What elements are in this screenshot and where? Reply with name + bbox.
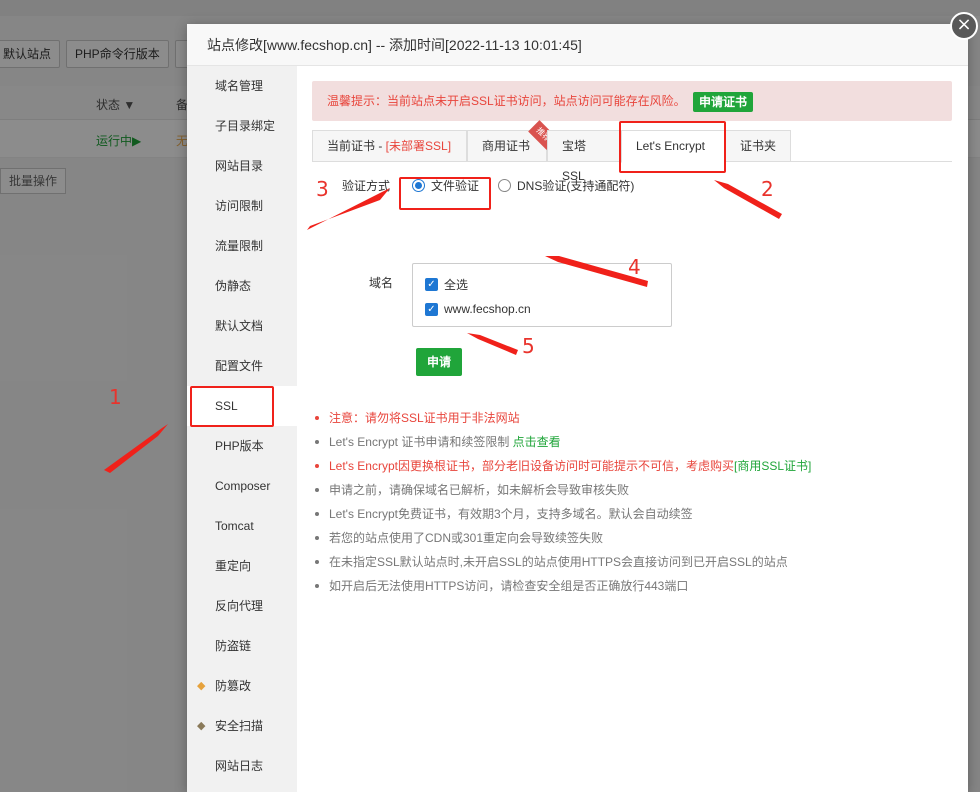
notes-list: 注意：请勿将SSL证书用于非法网站 Let's Encrypt 证书申请和续签限… — [315, 406, 955, 598]
radio-label: DNS验证(支持通配符) — [517, 179, 635, 193]
sidebar-item-default-doc[interactable]: 默认文档 — [187, 306, 297, 346]
sidebar-item-security-scan[interactable]: ◆ 安全扫描 — [187, 706, 297, 746]
ssl-content: 温馨提示：当前站点未开启SSL证书访问，站点访问可能存在风险。 申请证书 当前证… — [297, 66, 968, 792]
tab-label: Let's Encrypt — [636, 139, 705, 153]
sidebar-item-site-log[interactable]: 网站日志 — [187, 746, 297, 786]
select-all-checkbox[interactable]: ✓ 全选 — [425, 276, 468, 293]
tab-current-cert[interactable]: 当前证书 - [未部署SSL] — [312, 130, 467, 162]
sidebar-item-php-version[interactable]: PHP版本 — [187, 426, 297, 466]
sidebar-item-subdir[interactable]: 子目录绑定 — [187, 106, 297, 146]
list-item: Let's Encrypt因更换根证书，部分老旧设备访问时可能提示不可信，考虑购… — [315, 454, 955, 478]
ssl-tabs: 当前证书 - [未部署SSL] 商用证书 推荐 宝塔SSL Let's Encry… — [312, 120, 952, 183]
apply-cert-button[interactable]: 申请证书 — [693, 92, 754, 112]
sidebar-item-label: 安全扫描 — [215, 719, 264, 733]
cert-status: [未部署SSL] — [385, 139, 452, 153]
sidebar-item-label: 反向代理 — [215, 599, 264, 613]
list-item: 如开启后无法使用HTTPS访问，请检查安全组是否正确放行443端口 — [315, 574, 955, 598]
sidebar-item-label: 防盗链 — [215, 639, 252, 653]
sidebar-item-ssl[interactable]: SSL — [187, 386, 297, 426]
alert-text: 温馨提示：当前站点未开启SSL证书访问，站点访问可能存在风险。 — [327, 94, 686, 108]
sidebar-item-redirect[interactable]: 重定向 — [187, 546, 297, 586]
dns-verify-radio[interactable]: DNS验证(支持通配符) — [498, 177, 634, 194]
sidebar-item-site-dir[interactable]: 网站目录 — [187, 146, 297, 186]
checkbox-label: 全选 — [444, 278, 469, 292]
sidebar-item-label: 网站日志 — [215, 759, 264, 773]
diamond-icon: ◆ — [197, 680, 206, 692]
sidebar-item-label: 防篡改 — [215, 679, 252, 693]
sidebar-item-label: Composer — [215, 479, 271, 493]
view-limits-link[interactable]: 点击查看 — [513, 435, 561, 449]
tab-commercial-cert[interactable]: 商用证书 推荐 — [467, 120, 558, 162]
note-text: Let's Encrypt因更换根证书，部分老旧设备访问时可能提示不可信，考虑购… — [329, 459, 734, 473]
radio-label: 文件验证 — [431, 179, 480, 193]
checkbox-label: www.fecshop.cn — [444, 302, 531, 316]
sidebar-item-rewrite[interactable]: 伪静态 — [187, 266, 297, 306]
commercial-ssl-link[interactable]: [商用SSL证书] — [734, 459, 811, 473]
sidebar-item-tomcat[interactable]: Tomcat — [187, 506, 297, 546]
tab-baota-ssl[interactable]: 宝塔SSL — [547, 130, 621, 183]
tab-label: 证书夹 — [740, 139, 777, 153]
sidebar-item-tamper-proof[interactable]: ◆ 防篡改 — [187, 666, 297, 706]
tab-label: 当前证书 - — [327, 139, 386, 153]
sidebar-item-composer[interactable]: Composer — [187, 466, 297, 506]
checkmark-icon: ✓ — [425, 278, 438, 291]
settings-sidebar: 域名管理 子目录绑定 网站目录 访问限制 流量限制 伪静态 默认文档 配置文件 … — [187, 66, 297, 792]
close-icon[interactable]: × — [950, 12, 978, 40]
verify-method-label: 验证方式 — [342, 179, 391, 193]
list-item: Let's Encrypt免费证书，有效期3个月，支持多域名。默认会自动续签 — [315, 502, 955, 526]
sidebar-item-hotlink[interactable]: 防盗链 — [187, 626, 297, 666]
domain-checkbox[interactable]: ✓ www.fecshop.cn — [425, 302, 531, 316]
tab-letsencrypt[interactable]: Let's Encrypt — [621, 130, 725, 163]
apply-button[interactable]: 申请 — [416, 348, 462, 376]
list-item: 若您的站点使用了CDN或301重定向会导致续签失败 — [315, 526, 955, 550]
radio-unchecked-icon — [498, 179, 511, 192]
sidebar-item-label: 默认文档 — [215, 319, 264, 333]
domain-label: 域名 — [369, 276, 394, 290]
file-verify-radio[interactable]: 文件验证 — [412, 177, 479, 194]
list-item: Let's Encrypt 证书申请和续签限制 点击查看 — [315, 430, 955, 454]
sidebar-item-label: SSL — [215, 399, 238, 413]
sidebar-item-label: PHP版本 — [215, 439, 264, 453]
sidebar-item-label: 域名管理 — [215, 79, 264, 93]
sidebar-item-reverse-proxy[interactable]: 反向代理 — [187, 586, 297, 626]
sidebar-item-label: 配置文件 — [215, 359, 264, 373]
tab-label: 商用证书 — [482, 139, 531, 153]
list-item: 注意：请勿将SSL证书用于非法网站 — [315, 406, 955, 430]
radio-checked-icon — [412, 179, 425, 192]
list-item: 申请之前，请确保域名已解析，如未解析会导致审核失败 — [315, 478, 955, 502]
sidebar-item-access-limit[interactable]: 访问限制 — [187, 186, 297, 226]
sidebar-item-label: 网站目录 — [215, 159, 264, 173]
sidebar-item-label: 访问限制 — [215, 199, 264, 213]
dialog-title: 站点修改[www.fecshop.cn] -- 添加时间[2022-11-13 … — [187, 24, 968, 66]
sidebar-item-traffic-limit[interactable]: 流量限制 — [187, 226, 297, 266]
diamond-icon: ◆ — [197, 720, 206, 732]
tab-cert-folder[interactable]: 证书夹 — [725, 130, 791, 162]
list-item: 在未指定SSL默认站点时,未开启SSL的站点使用HTTPS会直接访问到已开启SS… — [315, 550, 955, 574]
note-text: Let's Encrypt 证书申请和续签限制 — [329, 435, 513, 449]
domain-list: ✓ 全选 ✓ www.fecshop.cn — [412, 263, 672, 327]
sidebar-item-label: 流量限制 — [215, 239, 264, 253]
checkmark-icon: ✓ — [425, 302, 438, 316]
sidebar-item-label: 伪静态 — [215, 279, 252, 293]
sidebar-item-label: 重定向 — [215, 559, 252, 573]
sidebar-item-label: Tomcat — [215, 519, 254, 533]
sidebar-item-label: 子目录绑定 — [215, 119, 276, 133]
ssl-warning-alert: 温馨提示：当前站点未开启SSL证书访问，站点访问可能存在风险。 申请证书 — [312, 81, 952, 121]
sidebar-item-domain[interactable]: 域名管理 — [187, 66, 297, 106]
sidebar-item-config-file[interactable]: 配置文件 — [187, 346, 297, 386]
site-edit-dialog: 站点修改[www.fecshop.cn] -- 添加时间[2022-11-13 … — [187, 24, 968, 792]
